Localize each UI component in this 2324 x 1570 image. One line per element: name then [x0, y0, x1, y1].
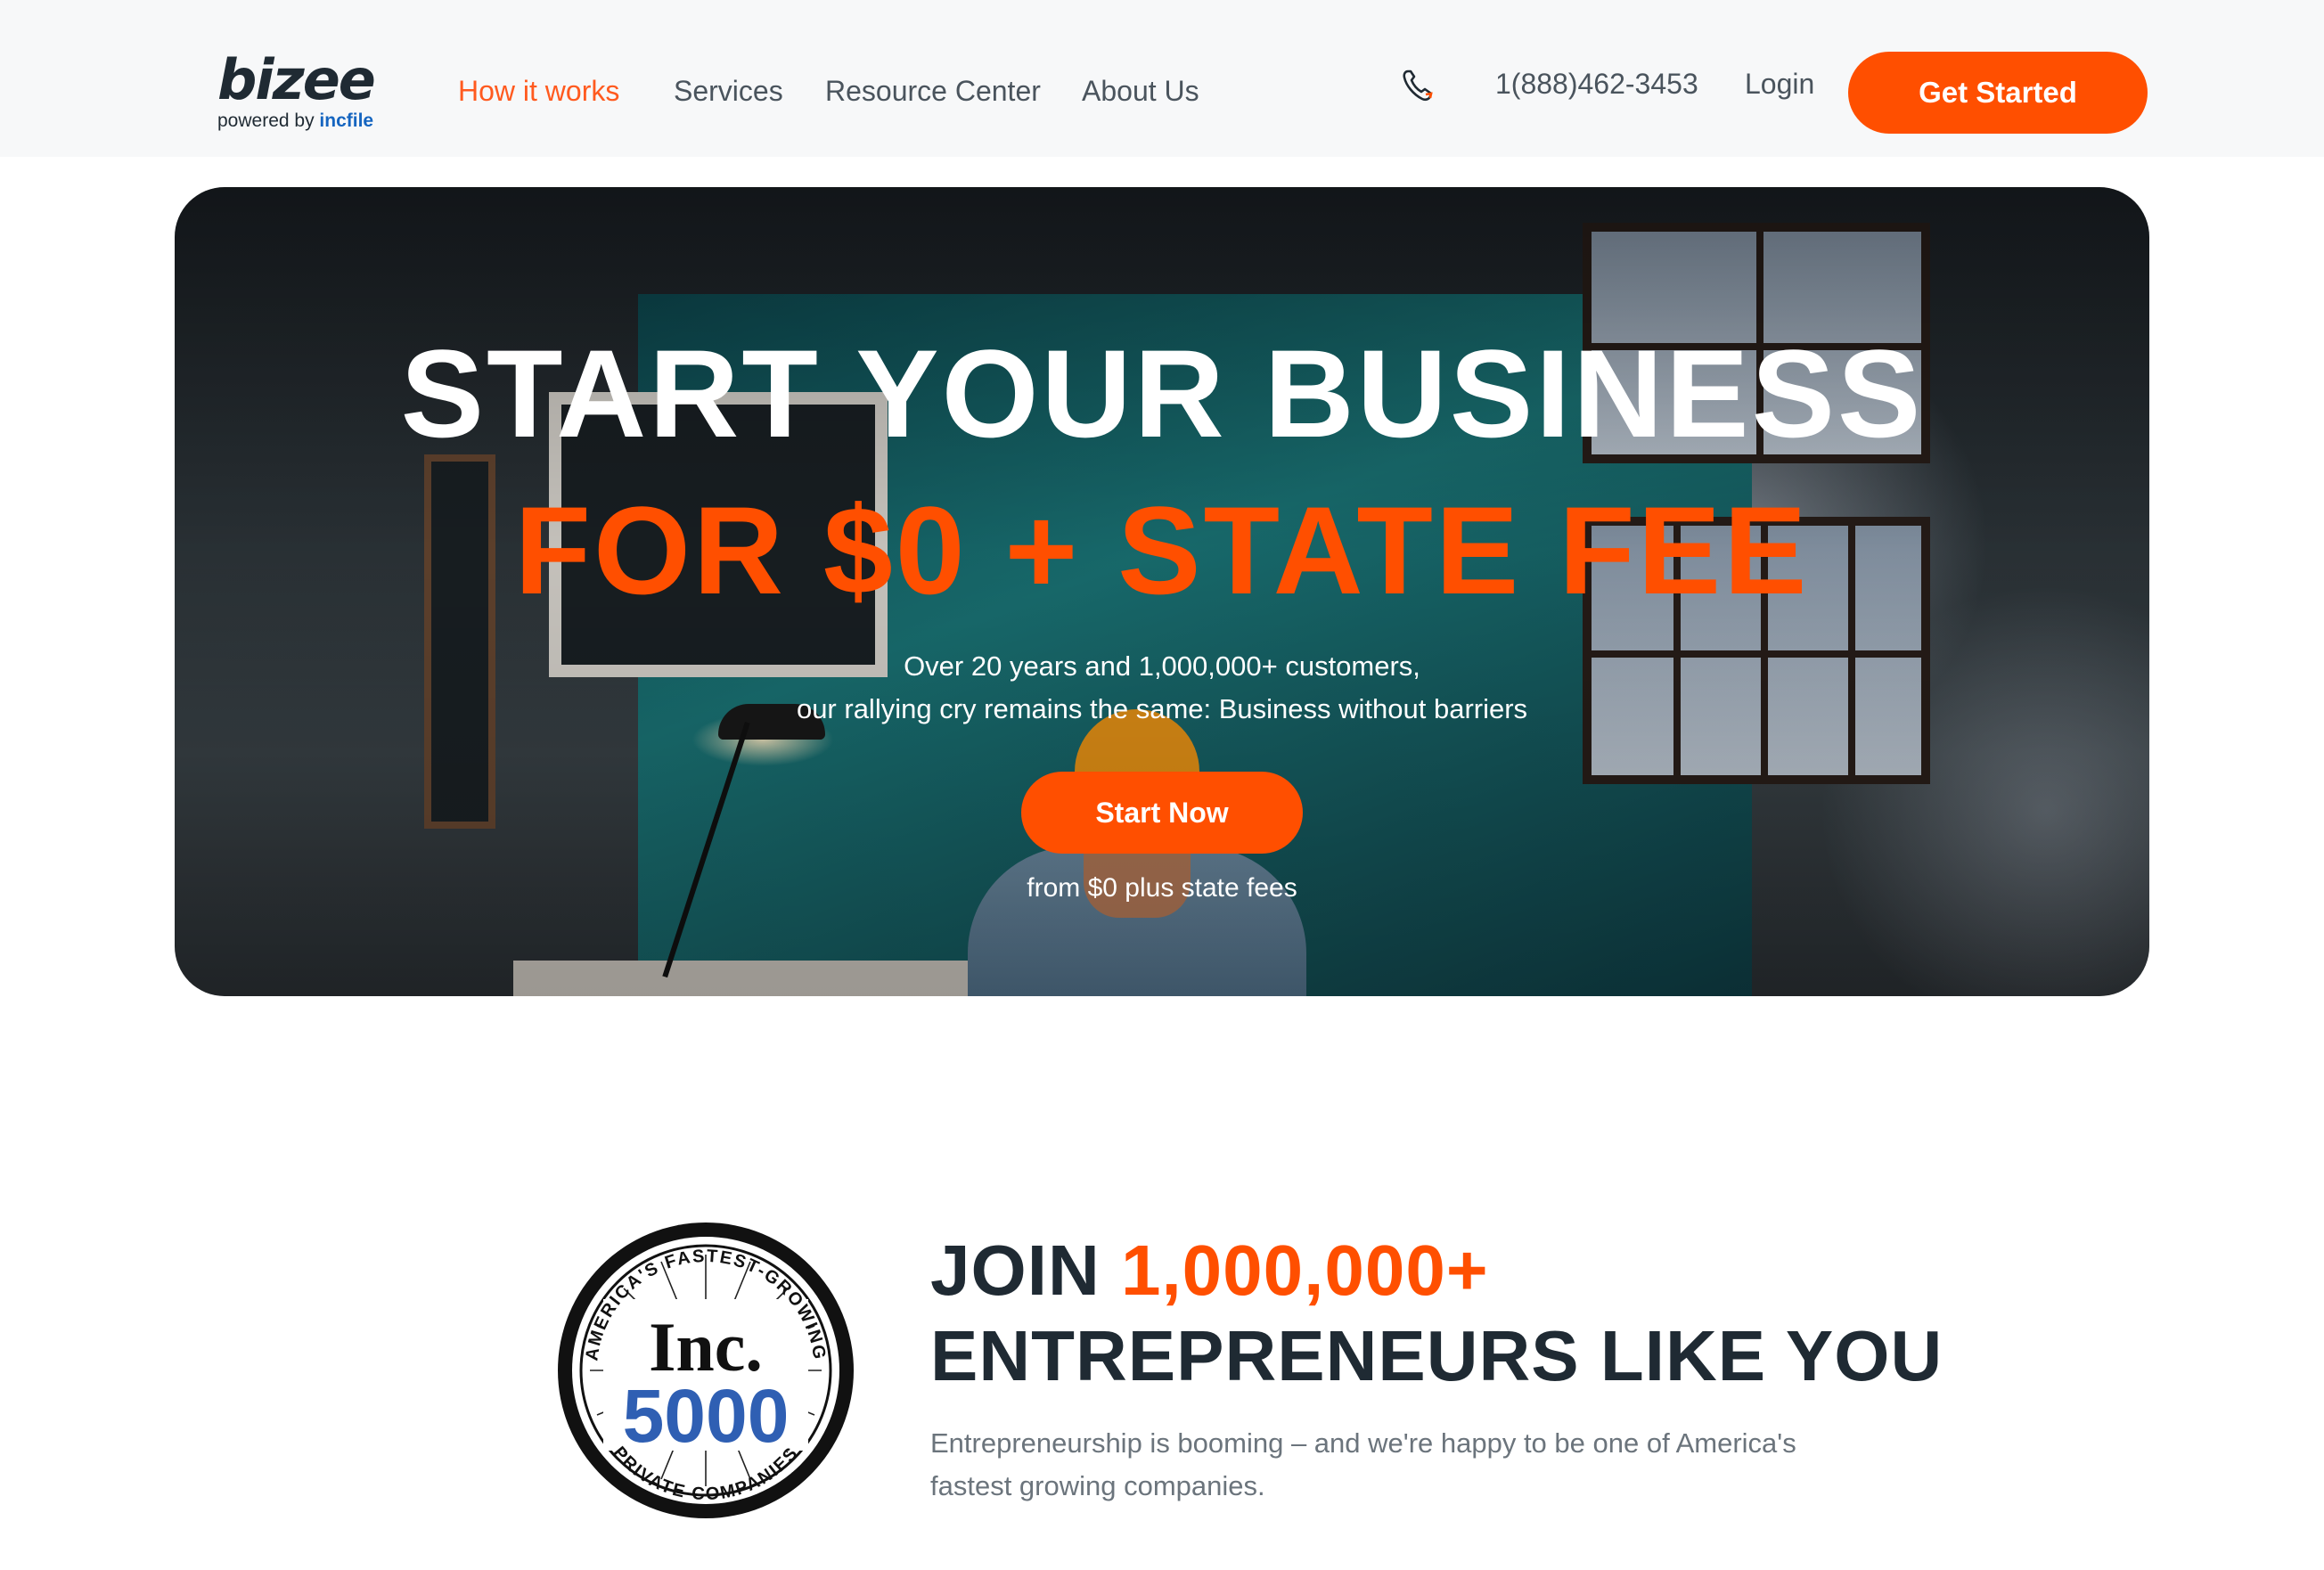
- incfile-text: incfile: [319, 110, 374, 131]
- hero-subtitle-line1: Over 20 years and 1,000,000+ customers,: [904, 650, 1420, 682]
- inc-5000-badge: AMERICA'S FASTEST-GROWING PRIVATE COMPAN…: [558, 1222, 854, 1518]
- bizee-logo[interactable]: bizee powered by incfile: [217, 52, 387, 134]
- nav-how-it-works[interactable]: How it works: [458, 75, 619, 108]
- join-heading-prefix: JOIN: [930, 1231, 1121, 1310]
- login-link[interactable]: Login: [1745, 68, 1814, 101]
- hero-price-note: from $0 plus state fees: [1027, 873, 1297, 903]
- logo-wordmark: bizee: [217, 47, 376, 112]
- join-heading-accent: 1,000,000+: [1120, 1231, 1489, 1310]
- badge-number: 5000: [623, 1374, 790, 1458]
- nav-about-us[interactable]: About Us: [1082, 75, 1199, 108]
- phone-icon[interactable]: [1401, 68, 1436, 103]
- top-navigation: bizee powered by incfile How it works Se…: [0, 0, 2324, 157]
- join-heading-line2: ENTREPRENEURS LIKE YOU: [930, 1316, 1943, 1395]
- join-heading-line1: JOIN 1,000,000+: [930, 1228, 1489, 1313]
- get-started-button[interactable]: Get Started: [1848, 52, 2148, 134]
- hero-subtitle-line2: our rallying cry remains the same: Busin…: [796, 693, 1528, 724]
- hero-title-line1: START YOUR BUSINESS: [400, 323, 1924, 463]
- logo-powered-by: powered by incfile: [217, 110, 387, 132]
- join-description: Entrepreneurship is booming – and we're …: [930, 1427, 1796, 1501]
- hero-banner: START YOUR BUSINESS FOR $0 + STATE FEE O…: [175, 187, 2149, 996]
- powered-by-text: powered by: [217, 110, 315, 131]
- nav-resource-center[interactable]: Resource Center: [825, 75, 1041, 108]
- hero-subtitle: Over 20 years and 1,000,000+ customers, …: [175, 645, 2149, 731]
- start-now-button[interactable]: Start Now: [1021, 772, 1303, 854]
- nav-services[interactable]: Services: [674, 75, 783, 108]
- phone-number[interactable]: 1(888)462-3453: [1495, 68, 1698, 101]
- hero-title-line2: FOR $0 + STATE FEE: [514, 480, 1810, 620]
